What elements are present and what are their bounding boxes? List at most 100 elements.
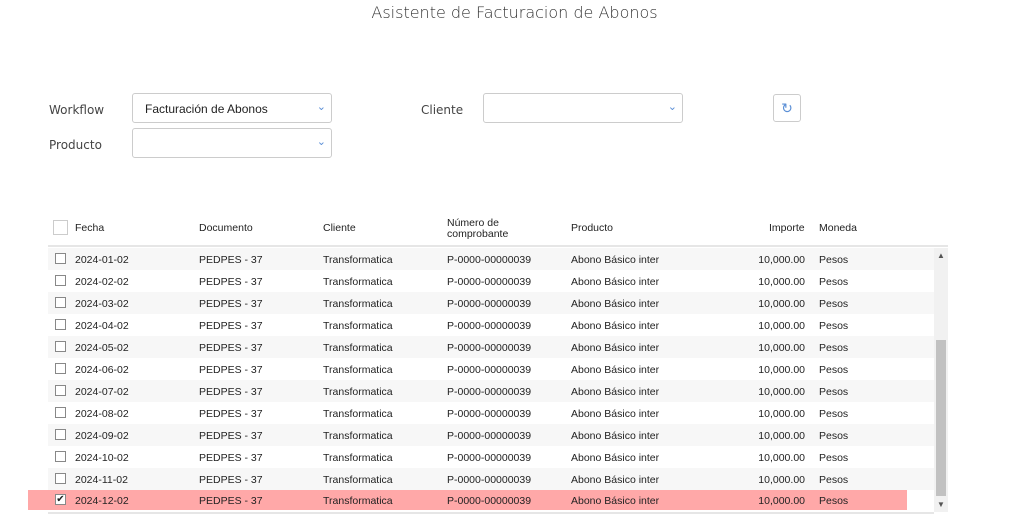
row-checkbox[interactable] [55, 385, 66, 396]
table-row[interactable]: 2024-09-02 PEDPES - 37 Transformatica P-000… [48, 424, 934, 446]
scrollbar-thumb[interactable] [936, 340, 946, 496]
header-divider [48, 245, 948, 247]
cell-moneda: Pesos [819, 276, 849, 288]
scroll-up-icon[interactable]: ▲ [937, 251, 945, 260]
cell-producto: Abono Básico inter [571, 254, 660, 266]
cell-documento: PEDPES - 37 [199, 430, 263, 442]
cell-producto: Abono Básico inter [571, 495, 660, 507]
table-row[interactable]: 2024-10-02 PEDPES - 37 Transformatica P-000… [48, 446, 934, 468]
header-numero[interactable]: Número de comprobante [447, 218, 517, 240]
cell-cliente: Transformatica [323, 495, 393, 507]
cell-moneda: Pesos [819, 495, 849, 507]
cell-moneda: Pesos [819, 408, 849, 420]
cell-numero: P-0000-00000039 [447, 408, 532, 420]
row-checkbox[interactable] [55, 341, 66, 352]
cell-producto: Abono Básico inter [571, 276, 660, 288]
header-moneda[interactable]: Moneda [819, 223, 857, 234]
cell-numero: P-0000-00000039 [447, 474, 532, 486]
table-row[interactable]: 2024-06-02 PEDPES - 37 Transformatica P-000… [48, 358, 934, 380]
cell-documento: PEDPES - 37 [199, 276, 263, 288]
workflow-label: Workflow [49, 103, 105, 117]
cell-importe: 10,000.00 [758, 474, 805, 486]
cell-importe: 10,000.00 [758, 276, 805, 288]
row-checkbox[interactable]: ✔ [55, 494, 66, 505]
row-checkbox[interactable] [55, 473, 66, 484]
refresh-button[interactable]: ↻ [773, 94, 801, 122]
cell-fecha: 2024-03-02 [75, 298, 129, 310]
cell-fecha: 2024-01-02 [75, 254, 129, 266]
scroll-down-icon[interactable]: ▼ [937, 500, 945, 509]
table-row[interactable]: 2024-04-02 PEDPES - 37 Transformatica P-000… [48, 314, 934, 336]
table-row[interactable]: 2024-01-02 PEDPES - 37 Transformatica P-000… [48, 248, 934, 270]
cell-moneda: Pesos [819, 254, 849, 266]
cell-fecha: 2024-08-02 [75, 408, 129, 420]
cell-fecha: 2024-12-02 [75, 495, 129, 507]
workflow-value: Facturación de Abonos [145, 102, 268, 116]
cell-moneda: Pesos [819, 386, 849, 398]
cell-producto: Abono Básico inter [571, 386, 660, 398]
table-row[interactable]: 2024-05-02 PEDPES - 37 Transformatica P-000… [48, 336, 934, 358]
cell-moneda: Pesos [819, 342, 849, 354]
cell-moneda: Pesos [819, 452, 849, 464]
cell-importe: 10,000.00 [758, 298, 805, 310]
cell-moneda: Pesos [819, 364, 849, 376]
cell-cliente: Transformatica [323, 474, 393, 486]
cell-numero: P-0000-00000039 [447, 364, 532, 376]
row-checkbox[interactable] [55, 407, 66, 418]
cell-numero: P-0000-00000039 [447, 320, 532, 332]
cell-cliente: Transformatica [323, 408, 393, 420]
cell-cliente: Transformatica [323, 342, 393, 354]
cell-producto: Abono Básico inter [571, 474, 660, 486]
cell-numero: P-0000-00000039 [447, 430, 532, 442]
row-checkbox[interactable] [55, 275, 66, 286]
header-cliente[interactable]: Cliente [323, 223, 356, 234]
cell-documento: PEDPES - 37 [199, 386, 263, 398]
header-importe[interactable]: Importe [769, 223, 805, 234]
cell-moneda: Pesos [819, 320, 849, 332]
cell-fecha: 2024-04-02 [75, 320, 129, 332]
cell-importe: 10,000.00 [758, 320, 805, 332]
table-row[interactable]: 2024-02-02 PEDPES - 37 Transformatica P-000… [48, 270, 934, 292]
chevron-down-icon: ⌄ [316, 136, 326, 148]
header-producto[interactable]: Producto [571, 223, 613, 234]
cell-moneda: Pesos [819, 298, 849, 310]
cell-documento: PEDPES - 37 [199, 254, 263, 266]
refresh-icon: ↻ [781, 100, 793, 116]
cell-documento: PEDPES - 37 [199, 408, 263, 420]
table-row[interactable]: 2024-03-02 PEDPES - 37 Transformatica P-000… [48, 292, 934, 314]
table-row[interactable]: 2024-08-02 PEDPES - 37 Transformatica P-000… [48, 402, 934, 424]
cell-producto: Abono Básico inter [571, 320, 660, 332]
cell-documento: PEDPES - 37 [199, 298, 263, 310]
table-row[interactable]: 2024-07-02 PEDPES - 37 Transformatica P-000… [48, 380, 934, 402]
cell-numero: P-0000-00000039 [447, 276, 532, 288]
header-fecha[interactable]: Fecha [75, 223, 104, 234]
scrollbar[interactable]: ▲ ▼ [934, 248, 948, 512]
cell-importe: 10,000.00 [758, 430, 805, 442]
select-all-checkbox[interactable] [53, 220, 68, 235]
row-checkbox[interactable] [55, 363, 66, 374]
row-checkbox[interactable] [55, 297, 66, 308]
cell-numero: P-0000-00000039 [447, 342, 532, 354]
cell-importe: 10,000.00 [758, 386, 805, 398]
row-checkbox[interactable] [55, 429, 66, 440]
row-checkbox[interactable] [55, 451, 66, 462]
cell-producto: Abono Básico inter [571, 452, 660, 464]
cell-importe: 10,000.00 [758, 364, 805, 376]
cell-producto: Abono Básico inter [571, 342, 660, 354]
cliente-select[interactable]: ⌄ [483, 93, 683, 123]
cell-documento: PEDPES - 37 [199, 474, 263, 486]
producto-label: Producto [49, 138, 102, 152]
cell-cliente: Transformatica [323, 276, 393, 288]
cell-producto: Abono Básico inter [571, 364, 660, 376]
workflow-select[interactable]: Facturación de Abonos ⌄ [132, 93, 332, 123]
cell-moneda: Pesos [819, 474, 849, 486]
header-documento[interactable]: Documento [199, 223, 253, 234]
cell-importe: 10,000.00 [758, 254, 805, 266]
row-checkbox[interactable] [55, 319, 66, 330]
cell-cliente: Transformatica [323, 320, 393, 332]
producto-select[interactable]: ⌄ [132, 128, 332, 158]
table-row[interactable]: ✔ 2024-12-02 PEDPES - 37 Transformatica P-00… [28, 490, 907, 510]
row-checkbox[interactable] [55, 253, 66, 264]
table-row[interactable]: 2024-11-02 PEDPES - 37 Transformatica P-000… [48, 468, 934, 490]
cell-numero: P-0000-00000039 [447, 495, 532, 507]
